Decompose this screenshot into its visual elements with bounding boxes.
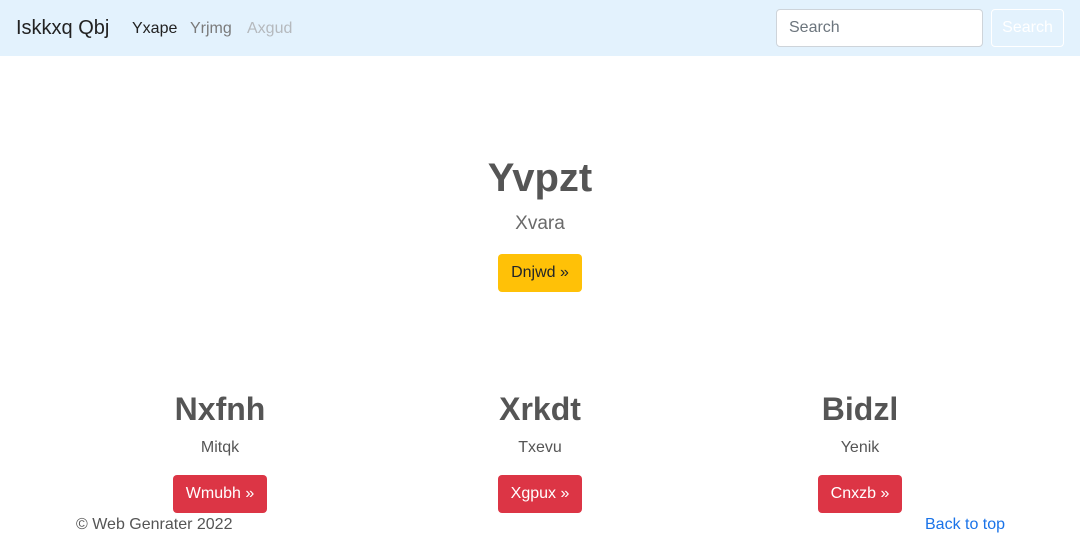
search-button[interactable]: Search (991, 9, 1064, 47)
navbar-brand[interactable]: Iskkxq Qbj (16, 16, 109, 40)
hero-title: Yvpzt (487, 156, 593, 200)
column-button[interactable]: Wmubh » (172, 475, 268, 513)
hero-button[interactable]: Dnjwd » (498, 254, 582, 292)
column-button[interactable]: Xgpux » (497, 475, 583, 513)
hero: Yvpzt Xvara Dnjwd » (0, 150, 1080, 292)
feature-column-1: Nxfnh Mitqk Wmubh » (40, 388, 400, 513)
nav-link-axgud: Axgud (247, 20, 293, 37)
search-input[interactable] (776, 9, 983, 47)
feature-column-3: Bidzl Yenik Cnxzb » (680, 388, 1040, 513)
feature-column-2: Xrkdt Txevu Xgpux » (360, 388, 720, 513)
column-text: Txevu (518, 439, 562, 456)
column-title: Nxfnh (174, 391, 266, 427)
nav-link-yxape[interactable]: Yxape (132, 19, 177, 39)
column-title: Bidzl (821, 391, 899, 427)
hero-subtitle: Xvara (515, 213, 565, 234)
footer-copyright: © Web Genrater 2022 (76, 516, 233, 533)
column-button[interactable]: Cnxzb » (817, 475, 903, 513)
navbar: Iskkxq Qbj Yxape Yrjmg Axgud Search (0, 0, 1080, 56)
back-to-top-link[interactable]: Back to top (925, 515, 1005, 535)
column-title: Xrkdt (499, 391, 581, 427)
nav-link-yrjmg[interactable]: Yrjmg (190, 19, 232, 39)
column-text: Yenik (840, 439, 880, 456)
column-text: Mitqk (200, 439, 240, 456)
